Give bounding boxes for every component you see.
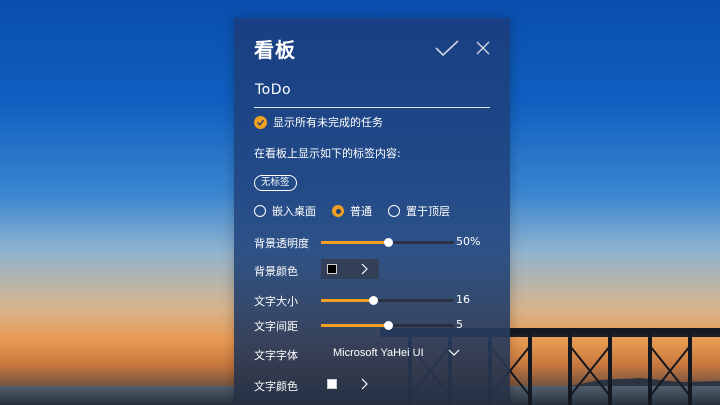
font-family-value: Microsoft YaHei UI [333,347,424,359]
font-size-label: 文字大小 [254,295,298,308]
chevron-right-icon [361,263,368,275]
chevron-down-icon [448,349,460,356]
check-circle-icon [254,115,267,129]
check-icon [435,40,459,57]
bg-opacity-setting: 背景透明度 50% [254,234,494,250]
radio-normal[interactable]: 普通 [332,203,372,219]
radio-dot-selected [332,205,344,217]
confirm-button[interactable] [434,38,460,58]
font-size-value: 16 [456,293,470,306]
radio-dot [254,205,266,217]
radio-dot [388,205,400,217]
slider-thumb[interactable] [383,321,393,330]
letter-spacing-setting: 文字间距 5 [254,317,494,333]
panel-title: 看板 [254,38,296,62]
close-icon [476,41,490,55]
radio-label: 置于顶层 [406,205,450,218]
bg-color-picker-button[interactable] [321,259,379,279]
radio-label: 嵌入桌面 [272,205,316,218]
bg-color-setting: 背景颜色 [254,259,494,279]
letter-spacing-label: 文字间距 [254,320,298,333]
radio-embed-desktop[interactable]: 嵌入桌面 [254,203,316,219]
radio-topmost[interactable]: 置于顶层 [388,203,450,219]
color-swatch [327,379,337,389]
layer-radio-group: 嵌入桌面 普通 置于顶层 [254,203,466,219]
slider-thumb[interactable] [368,296,378,305]
close-button[interactable] [474,38,500,58]
font-size-setting: 文字大小 16 [254,292,494,308]
text-color-label: 文字颜色 [254,380,298,393]
radio-label: 普通 [350,205,372,218]
font-family-select[interactable]: Microsoft YaHei UI [321,343,461,363]
bg-opacity-slider[interactable] [321,238,454,247]
font-family-setting: 文字字体 Microsoft YaHei UI [254,346,494,362]
font-size-slider[interactable] [321,296,454,305]
board-name-input[interactable]: ToDo [254,82,490,108]
slider-fill [321,324,388,327]
tags-section-label: 在看板上显示如下的标签内容: [254,147,401,160]
slider-fill [321,299,373,302]
bg-opacity-label: 背景透明度 [254,237,309,250]
show-incomplete-label: 显示所有未完成的任务 [273,116,383,129]
color-swatch [327,264,337,274]
bg-opacity-value: 50% [456,235,481,248]
chevron-right-icon [361,378,368,390]
letter-spacing-slider[interactable] [321,321,454,330]
text-color-picker-button[interactable] [321,374,379,394]
text-color-setting: 文字颜色 [254,377,494,393]
tag-chip-none[interactable]: 无标签 [254,175,297,191]
slider-thumb[interactable] [383,238,393,247]
letter-spacing-value: 5 [456,318,463,331]
slider-fill [321,241,388,244]
board-settings-panel: 看板 ToDo 显示所有未完成的任务 在看板上显示如下的标签内容: 无标签 嵌入… [234,18,510,405]
show-incomplete-checkbox[interactable]: 显示所有未完成的任务 [254,114,383,130]
font-family-label: 文字字体 [254,349,298,362]
bg-color-label: 背景颜色 [254,265,298,278]
